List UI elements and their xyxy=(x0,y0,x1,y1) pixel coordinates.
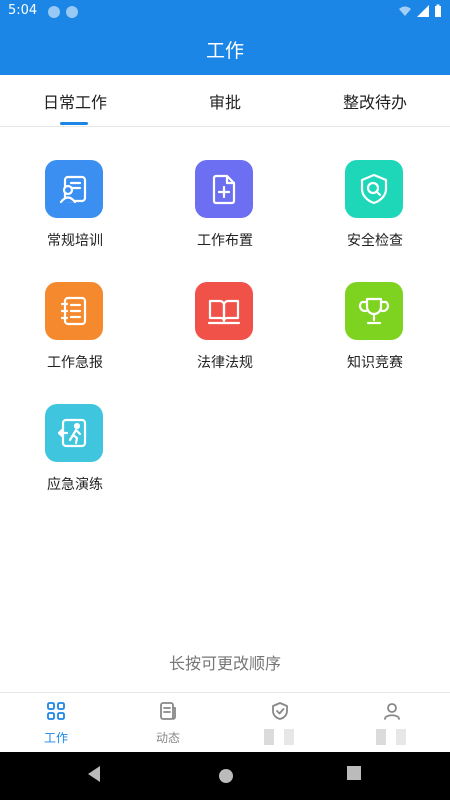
shield-check-icon xyxy=(272,702,288,720)
grid-item-knowledge-contest[interactable]: 知识竞赛 xyxy=(315,282,435,392)
tab-approval[interactable]: 审批 xyxy=(150,75,300,127)
system-nav-bar xyxy=(0,752,450,800)
trophy-icon xyxy=(345,282,403,340)
tab-label: 审批 xyxy=(208,93,241,112)
document-icon xyxy=(160,702,176,720)
cell-signal-icon xyxy=(417,5,429,17)
emergency-exit-icon xyxy=(45,404,103,462)
grid-item-urgent-report[interactable]: 工作急报 xyxy=(15,282,135,392)
reorder-hint: 长按可更改顺序 xyxy=(168,654,281,673)
user-icon xyxy=(384,703,400,720)
notification-icon xyxy=(48,6,60,18)
nav-label: 动态 xyxy=(155,731,180,745)
tab-daily-work[interactable]: 日常工作 xyxy=(0,75,150,127)
wifi-icon xyxy=(399,6,411,16)
nav-item-profile[interactable] xyxy=(336,693,448,753)
status-indicators xyxy=(398,4,442,18)
grid-item-work-arrangement[interactable]: 工作布置 xyxy=(165,160,285,270)
battery-icon xyxy=(435,4,441,17)
page-title: 工作 xyxy=(205,40,244,62)
tab-label: 整改待办 xyxy=(342,93,407,112)
training-icon xyxy=(45,160,103,218)
home-icon[interactable] xyxy=(216,764,236,784)
tab-indicator xyxy=(60,122,88,125)
nav-item-safety[interactable] xyxy=(224,693,336,753)
grid-item-emergency-drill[interactable]: 应急演练 xyxy=(15,404,135,514)
grid-label: 法律法规 xyxy=(197,355,253,371)
notebook-icon xyxy=(45,282,103,340)
book-icon xyxy=(195,282,253,340)
status-bar: 5:04 xyxy=(0,0,450,24)
app-bar: 工作 xyxy=(0,24,450,75)
grid-item-laws-regulations[interactable]: 法律法规 xyxy=(165,282,285,392)
grid-item-training[interactable]: 常规培训 xyxy=(15,160,135,270)
bottom-nav: 工作 动态 xyxy=(0,692,450,752)
back-icon[interactable] xyxy=(85,764,103,784)
nav-item-work[interactable]: 工作 xyxy=(0,693,112,753)
tab-bar: 日常工作 审批 整改待办 xyxy=(0,75,450,127)
grid-label: 知识竞赛 xyxy=(347,355,403,371)
shield-search-icon xyxy=(345,160,403,218)
grid-label: 工作布置 xyxy=(197,233,253,249)
grid-item-safety-inspection[interactable]: 安全检查 xyxy=(315,160,435,270)
document-add-icon xyxy=(195,160,253,218)
nav-item-news[interactable]: 动态 xyxy=(112,693,224,753)
tab-rectification-todo[interactable]: 整改待办 xyxy=(300,75,450,127)
obscured-label xyxy=(376,729,406,745)
grid-label: 应急演练 xyxy=(47,477,103,493)
status-time: 5:04 xyxy=(8,3,38,18)
sync-icon xyxy=(66,6,78,18)
grid-label: 工作急报 xyxy=(47,355,103,371)
grid-label: 安全检查 xyxy=(347,233,403,249)
nav-label: 工作 xyxy=(43,731,68,745)
obscured-label xyxy=(264,729,294,745)
tab-label: 日常工作 xyxy=(42,93,107,112)
grid-label: 常规培训 xyxy=(47,233,103,249)
recents-icon[interactable] xyxy=(345,764,363,784)
grid-icon xyxy=(47,702,65,720)
